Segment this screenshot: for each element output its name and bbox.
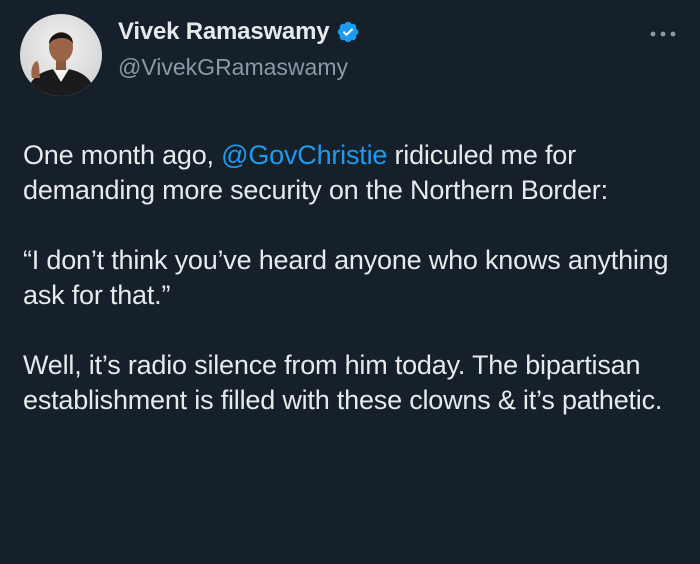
tweet-paragraph: One month ago, @GovChristie ridiculed me… xyxy=(23,138,673,208)
tweet-text: One month ago, @GovChristie ridiculed me… xyxy=(23,138,673,418)
avatar[interactable] xyxy=(20,14,102,96)
more-options-icon xyxy=(650,31,676,37)
profile-photo-icon xyxy=(20,14,102,96)
author-display-name[interactable]: Vivek Ramaswamy xyxy=(118,18,330,46)
verified-badge-icon[interactable] xyxy=(336,20,360,44)
tweet-paragraph: Well, it’s radio silence from him today.… xyxy=(23,350,663,415)
tweet-text-segment: One month ago, xyxy=(23,140,222,170)
more-options-button[interactable] xyxy=(648,22,678,46)
mention-link[interactable]: @GovChristie xyxy=(221,140,387,170)
tweet-paragraph: “I don’t think you’ve heard anyone who k… xyxy=(23,245,669,310)
tweet-card: Vivek Ramaswamy @VivekGRamaswamy One mon… xyxy=(0,0,700,564)
author-name-row: Vivek Ramaswamy xyxy=(118,18,360,46)
author-handle[interactable]: @VivekGRamaswamy xyxy=(118,54,348,81)
